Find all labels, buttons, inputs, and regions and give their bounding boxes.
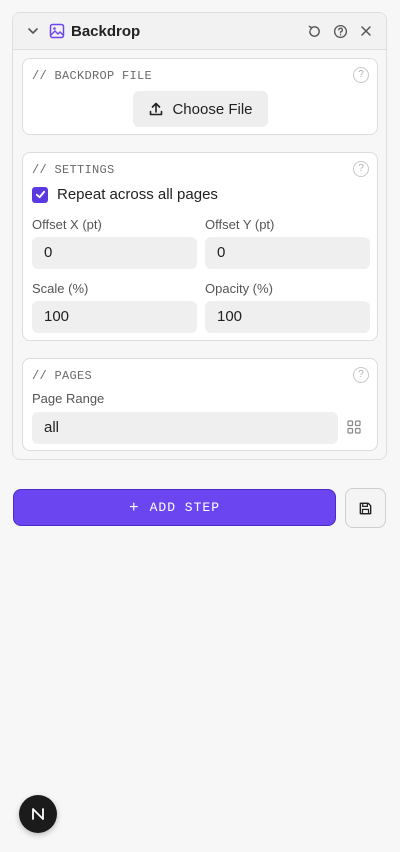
- pages-section: // PAGES ? Page Range all: [22, 358, 378, 451]
- plus-icon: +: [128, 498, 140, 517]
- help-icon[interactable]: ?: [353, 161, 369, 177]
- scale-input[interactable]: 100: [32, 301, 197, 333]
- repeat-checkbox[interactable]: [32, 186, 48, 203]
- offset-y-input[interactable]: 0: [205, 237, 370, 269]
- close-icon[interactable]: [356, 21, 376, 41]
- opacity-input[interactable]: 100: [205, 301, 370, 333]
- backdrop-file-section: // BACKDROP FILE ? Choose File: [22, 58, 378, 135]
- repeat-checkbox-row[interactable]: Repeat across all pages: [32, 186, 218, 203]
- repeat-label: Repeat across all pages: [57, 186, 218, 203]
- help-icon[interactable]: ?: [353, 367, 369, 383]
- add-step-label: ADD STEP: [149, 500, 221, 515]
- chevron-down-icon[interactable]: [23, 21, 43, 41]
- page-range-input[interactable]: all: [32, 412, 338, 444]
- reset-icon[interactable]: [304, 21, 324, 41]
- page-range-label: Page Range: [32, 391, 105, 406]
- save-icon: [359, 502, 372, 514]
- section-title: // BACKDROP FILE: [32, 69, 153, 83]
- choose-file-button[interactable]: Choose File: [133, 91, 268, 127]
- section-title: // PAGES: [32, 369, 93, 383]
- add-step-button[interactable]: + ADD STEP: [13, 489, 336, 526]
- panel-title: Backdrop: [71, 22, 141, 40]
- opacity-label: Opacity (%): [205, 281, 273, 296]
- backdrop-step-panel: Backdrop // BACKDROP FILE ? Choose File …: [12, 12, 387, 460]
- offset-x-input[interactable]: 0: [32, 237, 197, 269]
- next-logo-icon[interactable]: [19, 795, 57, 833]
- grid-icon[interactable]: [347, 420, 363, 436]
- save-button[interactable]: [345, 488, 386, 528]
- offset-x-label: Offset X (pt): [32, 217, 102, 232]
- settings-section: // SETTINGS ? Repeat across all pages Of…: [22, 152, 378, 341]
- help-icon[interactable]: [330, 21, 350, 41]
- upload-icon: [150, 102, 163, 116]
- section-title: // SETTINGS: [32, 163, 115, 177]
- help-icon[interactable]: ?: [353, 67, 369, 83]
- scale-label: Scale (%): [32, 281, 89, 296]
- offset-y-label: Offset Y (pt): [205, 217, 275, 232]
- panel-header: Backdrop: [13, 13, 386, 50]
- choose-file-label: Choose File: [172, 100, 253, 118]
- image-icon: [47, 21, 67, 41]
